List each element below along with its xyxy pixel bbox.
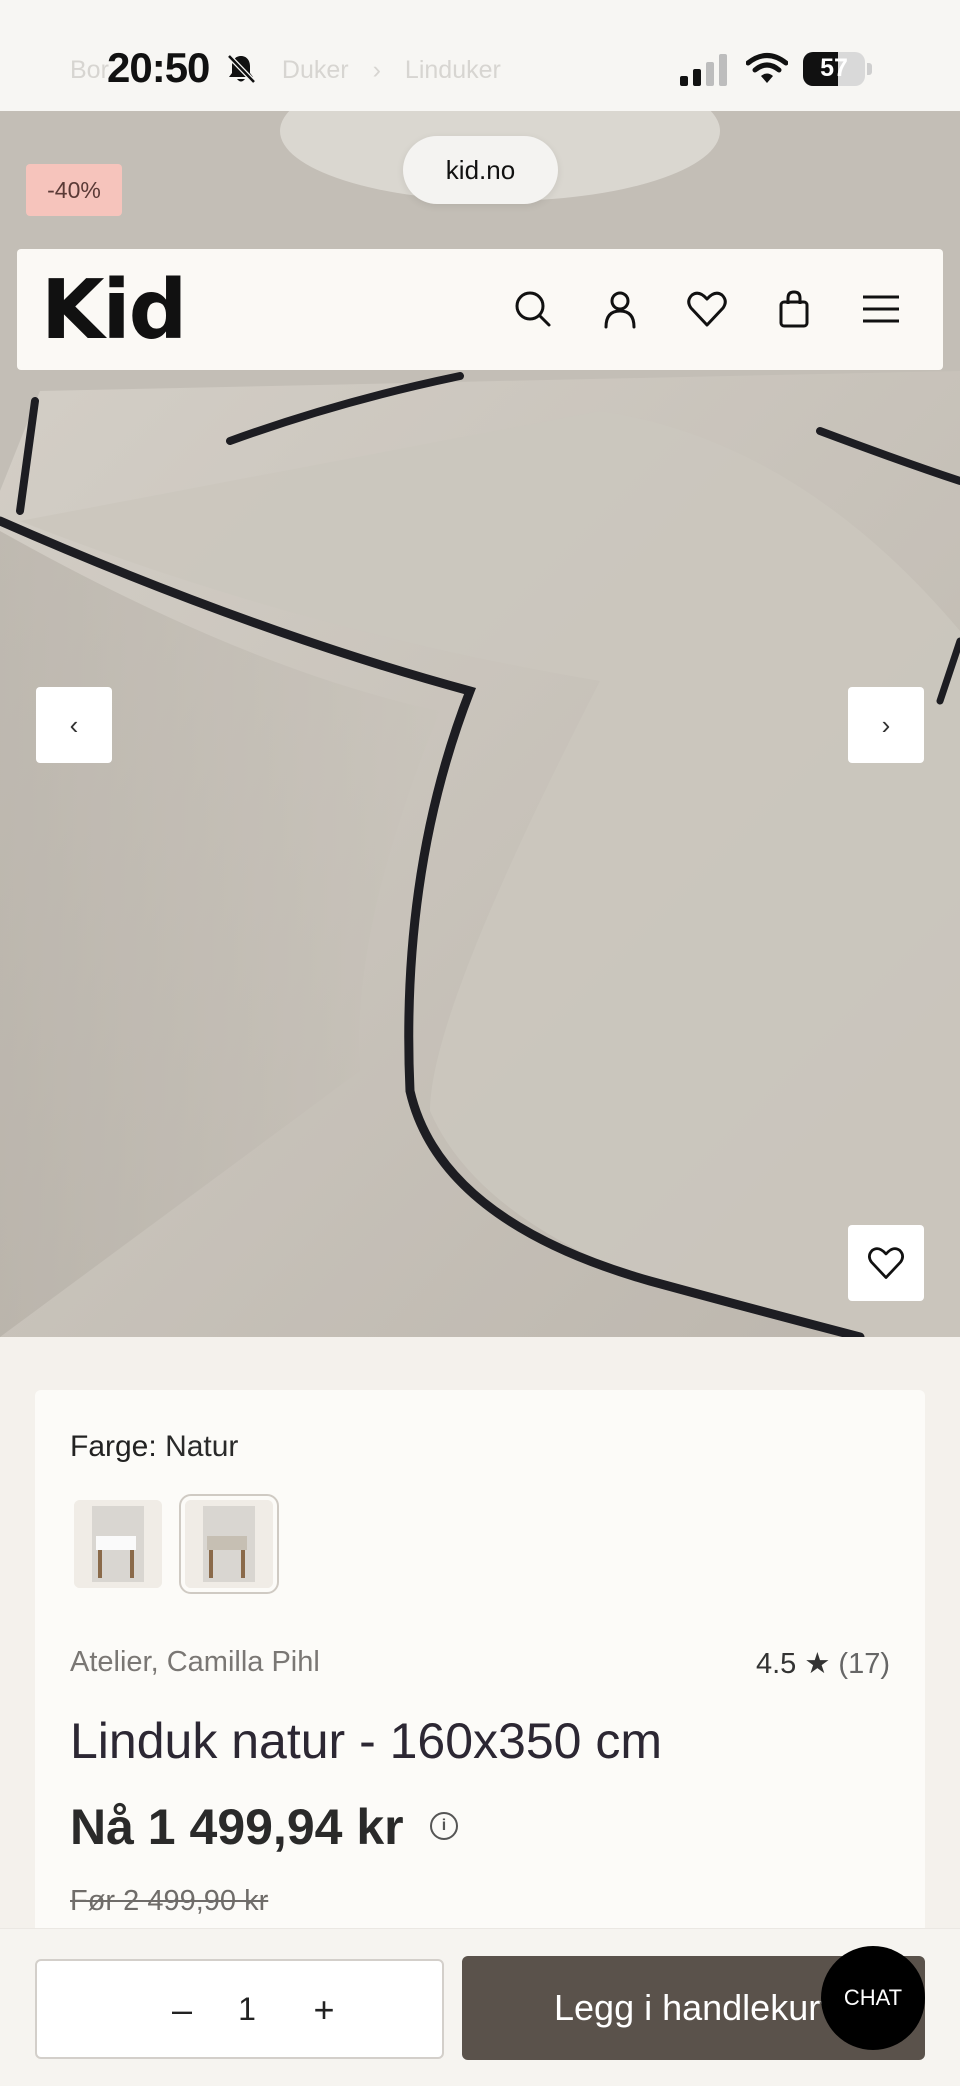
gallery-prev-button[interactable]: ‹ — [36, 687, 112, 763]
url-bar[interactable]: kid.no — [403, 136, 558, 204]
site-logo[interactable]: Kid — [41, 263, 187, 358]
color-swatch-natur[interactable] — [179, 1494, 279, 1594]
rating[interactable]: 4.5 ★ (17) — [756, 1646, 890, 1681]
quantity-stepper: – 1 + — [35, 1959, 444, 2059]
wifi-icon — [745, 52, 789, 86]
bag-icon[interactable] — [772, 287, 816, 331]
breadcrumb-item[interactable]: Duker — [282, 56, 349, 85]
battery-percent: 57 — [820, 54, 848, 82]
bell-muted-icon — [224, 52, 258, 86]
rating-value: 4.5 — [755, 1648, 797, 1680]
increase-quantity-button[interactable]: + — [299, 1985, 349, 2035]
purchase-bar: – 1 + Legg i handlekurv — [0, 1928, 960, 2086]
wishlist-icon[interactable] — [685, 287, 729, 331]
review-count: (17) — [838, 1648, 890, 1680]
gallery-next-button[interactable]: › — [848, 687, 924, 763]
star-icon: ★ — [804, 1648, 831, 1680]
chevron-right-icon: › — [372, 56, 381, 84]
heart-icon — [868, 1247, 904, 1279]
product-title: Linduk natur - 160x350 cm — [70, 1713, 663, 1769]
price-info-icon[interactable]: i — [430, 1812, 458, 1840]
search-icon[interactable] — [511, 287, 555, 331]
color-selector-label: Farge: Natur — [70, 1430, 238, 1464]
color-value: Natur — [165, 1430, 239, 1463]
brand-link[interactable]: Atelier, Camilla Pihl — [70, 1646, 320, 1679]
quantity-value[interactable]: 1 — [217, 1991, 277, 2028]
status-bar: Bor xxxxxxxxxx Duker › Linduker 20:50 — [0, 0, 960, 111]
cellular-signal-icon — [680, 54, 730, 86]
clock: 20:50 — [107, 44, 210, 91]
breadcrumb-item[interactable]: Linduker — [405, 56, 501, 85]
color-swatch-white[interactable] — [74, 1500, 162, 1588]
account-icon[interactable] — [598, 287, 642, 331]
add-to-wishlist-button[interactable] — [848, 1225, 924, 1301]
color-label: Farge: — [70, 1430, 157, 1463]
site-header: Kid — [17, 249, 943, 370]
breadcrumb-item[interactable]: Bor — [70, 56, 109, 85]
battery-icon: 57 — [803, 52, 873, 86]
discount-badge: -40% — [26, 164, 122, 216]
menu-icon[interactable] — [859, 287, 903, 331]
current-price: Nå 1 499,94 kr — [70, 1799, 404, 1855]
chat-button[interactable]: CHAT — [821, 1946, 925, 2050]
decrease-quantity-button[interactable]: – — [157, 1985, 207, 2035]
add-to-cart-label: Legg i handlekurv — [554, 1987, 839, 2028]
original-price: Før 2 499,90 kr — [70, 1885, 269, 1917]
